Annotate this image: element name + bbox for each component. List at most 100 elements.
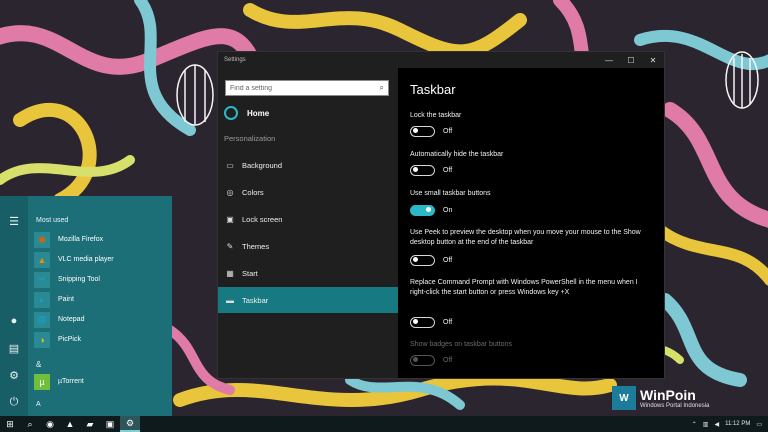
nav-item-lock-screen[interactable]: ▣ Lock screen <box>218 206 398 232</box>
file-explorer-icon[interactable]: ▰ <box>80 416 100 432</box>
nav-item-label: Start <box>242 268 258 278</box>
toggle-knob <box>413 319 418 324</box>
nav-item-background[interactable]: ▭ Background <box>218 152 398 178</box>
gear-home-icon <box>224 106 238 120</box>
toggle-row: Off <box>410 125 452 137</box>
clock[interactable]: 11:12 PM <box>725 421 750 427</box>
search-icon[interactable]: ⌕ <box>20 416 40 432</box>
watermark-subtitle: Windows Portal Indonesia <box>640 402 710 409</box>
toggle-knob <box>413 167 418 172</box>
start-app-item[interactable]: ▲ VLC media player <box>34 250 168 269</box>
user-avatar-icon[interactable]: ● <box>4 312 24 330</box>
nav-item-themes[interactable]: ✎ Themes <box>218 233 398 259</box>
setting-label: Show badges on taskbar buttons <box>410 341 512 348</box>
start-app-item[interactable]: µ µTorrent <box>34 372 168 391</box>
nav-item-label: Lock screen <box>242 214 283 224</box>
search-icon[interactable]: ⌕ <box>380 83 384 93</box>
toggle-knob <box>413 257 418 262</box>
search-input[interactable] <box>230 84 380 92</box>
store-icon[interactable]: ▣ <box>100 416 120 432</box>
settings-gear-icon[interactable]: ⚙ <box>4 366 24 384</box>
toggle-knob <box>413 357 418 362</box>
settings-gear-icon[interactable]: ⚙ <box>120 416 140 432</box>
start-icon: ▦ <box>226 268 234 278</box>
setting-label: Automatically hide the taskbar <box>410 151 504 158</box>
vlc-icon: ▲ <box>34 251 50 268</box>
start-app-label: Mozilla Firefox <box>58 236 104 243</box>
toggle-row: Off <box>410 254 452 266</box>
toggle-switch[interactable] <box>410 254 435 266</box>
setting-label: Lock the taskbar <box>410 112 462 119</box>
toggle-state-text: Off <box>443 256 453 264</box>
title-bar[interactable]: Settings — ☐ ✕ <box>218 52 664 68</box>
toggle-knob <box>413 128 418 133</box>
brush-icon: ✎ <box>226 241 234 251</box>
setting-label: Use small taskbar buttons <box>410 190 491 197</box>
toggle-switch[interactable] <box>410 316 435 328</box>
start-app-label: PicPick <box>58 336 81 343</box>
nav-item-colors[interactable]: ◎ Colors <box>218 179 398 205</box>
start-app-label: Notepad <box>58 316 85 323</box>
toggle-knob <box>426 207 431 212</box>
windows-icon[interactable]: ⊞ <box>0 416 20 432</box>
picpick-icon: ◑ <box>34 331 50 348</box>
home-link[interactable]: Home <box>224 104 269 122</box>
toggle-state-text: Off <box>443 356 453 364</box>
lock-screen-icon: ▣ <box>226 214 234 224</box>
start-app-label: VLC media player <box>58 256 114 263</box>
section-label: Personalization <box>224 134 276 143</box>
toggle-row: On <box>410 204 452 216</box>
utorrent-icon: µ <box>34 373 50 390</box>
toggle-switch[interactable] <box>410 164 435 176</box>
file-explorer-icon[interactable]: ▤ <box>4 339 24 357</box>
group-heading-amp[interactable]: & <box>36 360 41 369</box>
start-app-label: Snipping Tool <box>58 276 100 283</box>
minimize-button[interactable]: — <box>598 52 620 68</box>
start-app-item[interactable]: ▤ Notepad <box>34 310 168 329</box>
chevron-up-icon[interactable]: ⌃ <box>692 421 697 428</box>
firefox-icon: ◉ <box>34 231 50 248</box>
start-app-item[interactable]: ✂ Snipping Tool <box>34 270 168 289</box>
nav-item-label: Colors <box>242 187 264 197</box>
toggle-switch <box>410 354 435 366</box>
system-tray: ⌃ ▥ ◀ 11:12 PM ▭ <box>692 416 768 432</box>
notepad-icon: ▤ <box>34 311 50 328</box>
toggle-state-text: On <box>443 206 453 214</box>
toggle-row: Off <box>410 354 452 366</box>
nav-item-start[interactable]: ▦ Start <box>218 260 398 286</box>
nav-item-label: Background <box>242 160 283 170</box>
page-title: Taskbar <box>410 82 456 97</box>
start-app-label: Paint <box>58 296 74 303</box>
start-app-item[interactable]: ◑ PicPick <box>34 330 168 349</box>
start-app-label: µTorrent <box>58 378 84 385</box>
close-button[interactable]: ✕ <box>642 52 664 68</box>
start-app-item[interactable]: ◉ Mozilla Firefox <box>34 230 168 249</box>
taskbar-icon: ▬ <box>226 295 234 305</box>
volume-icon[interactable]: ◀ <box>714 421 719 428</box>
palette-icon: ◐ <box>34 291 50 308</box>
toggle-switch[interactable] <box>410 204 435 216</box>
settings-content: Taskbar Lock the taskbar Off Automatically… <box>398 68 664 378</box>
start-menu: ☰ ● ▤ ⚙ ⏻ Most used ◉ Mozilla Firefox ▲ VLC… <box>0 196 172 416</box>
nav-item-taskbar[interactable]: ▬ Taskbar <box>218 287 398 313</box>
network-icon[interactable]: ▥ <box>703 421 709 428</box>
toggle-row: Off <box>410 316 452 328</box>
nav-item-label: Taskbar <box>242 295 269 305</box>
start-app-item[interactable]: ◐ Paint <box>34 290 168 309</box>
palette-icon: ◎ <box>226 187 234 197</box>
maximize-button[interactable]: ☐ <box>620 52 642 68</box>
scissors-icon: ✂ <box>34 271 50 288</box>
toggle-state-text: Off <box>443 318 453 326</box>
firefox-icon[interactable]: ◉ <box>40 416 60 432</box>
toggle-state-text: Off <box>443 127 453 135</box>
vlc-icon[interactable]: ▲ <box>60 416 80 432</box>
power-icon[interactable]: ⏻ <box>4 393 24 411</box>
watermark-icon: W <box>612 386 636 410</box>
toggle-switch[interactable] <box>410 125 435 137</box>
group-heading-a[interactable]: A <box>36 401 41 408</box>
home-label: Home <box>247 108 270 118</box>
notifications-icon[interactable]: ▭ <box>756 421 762 428</box>
search-box[interactable]: ⌕ <box>225 80 389 96</box>
setting-label: Replace Command Prompt with Windows Powe… <box>410 279 638 296</box>
hamburger-menu-icon[interactable]: ☰ <box>4 212 24 230</box>
